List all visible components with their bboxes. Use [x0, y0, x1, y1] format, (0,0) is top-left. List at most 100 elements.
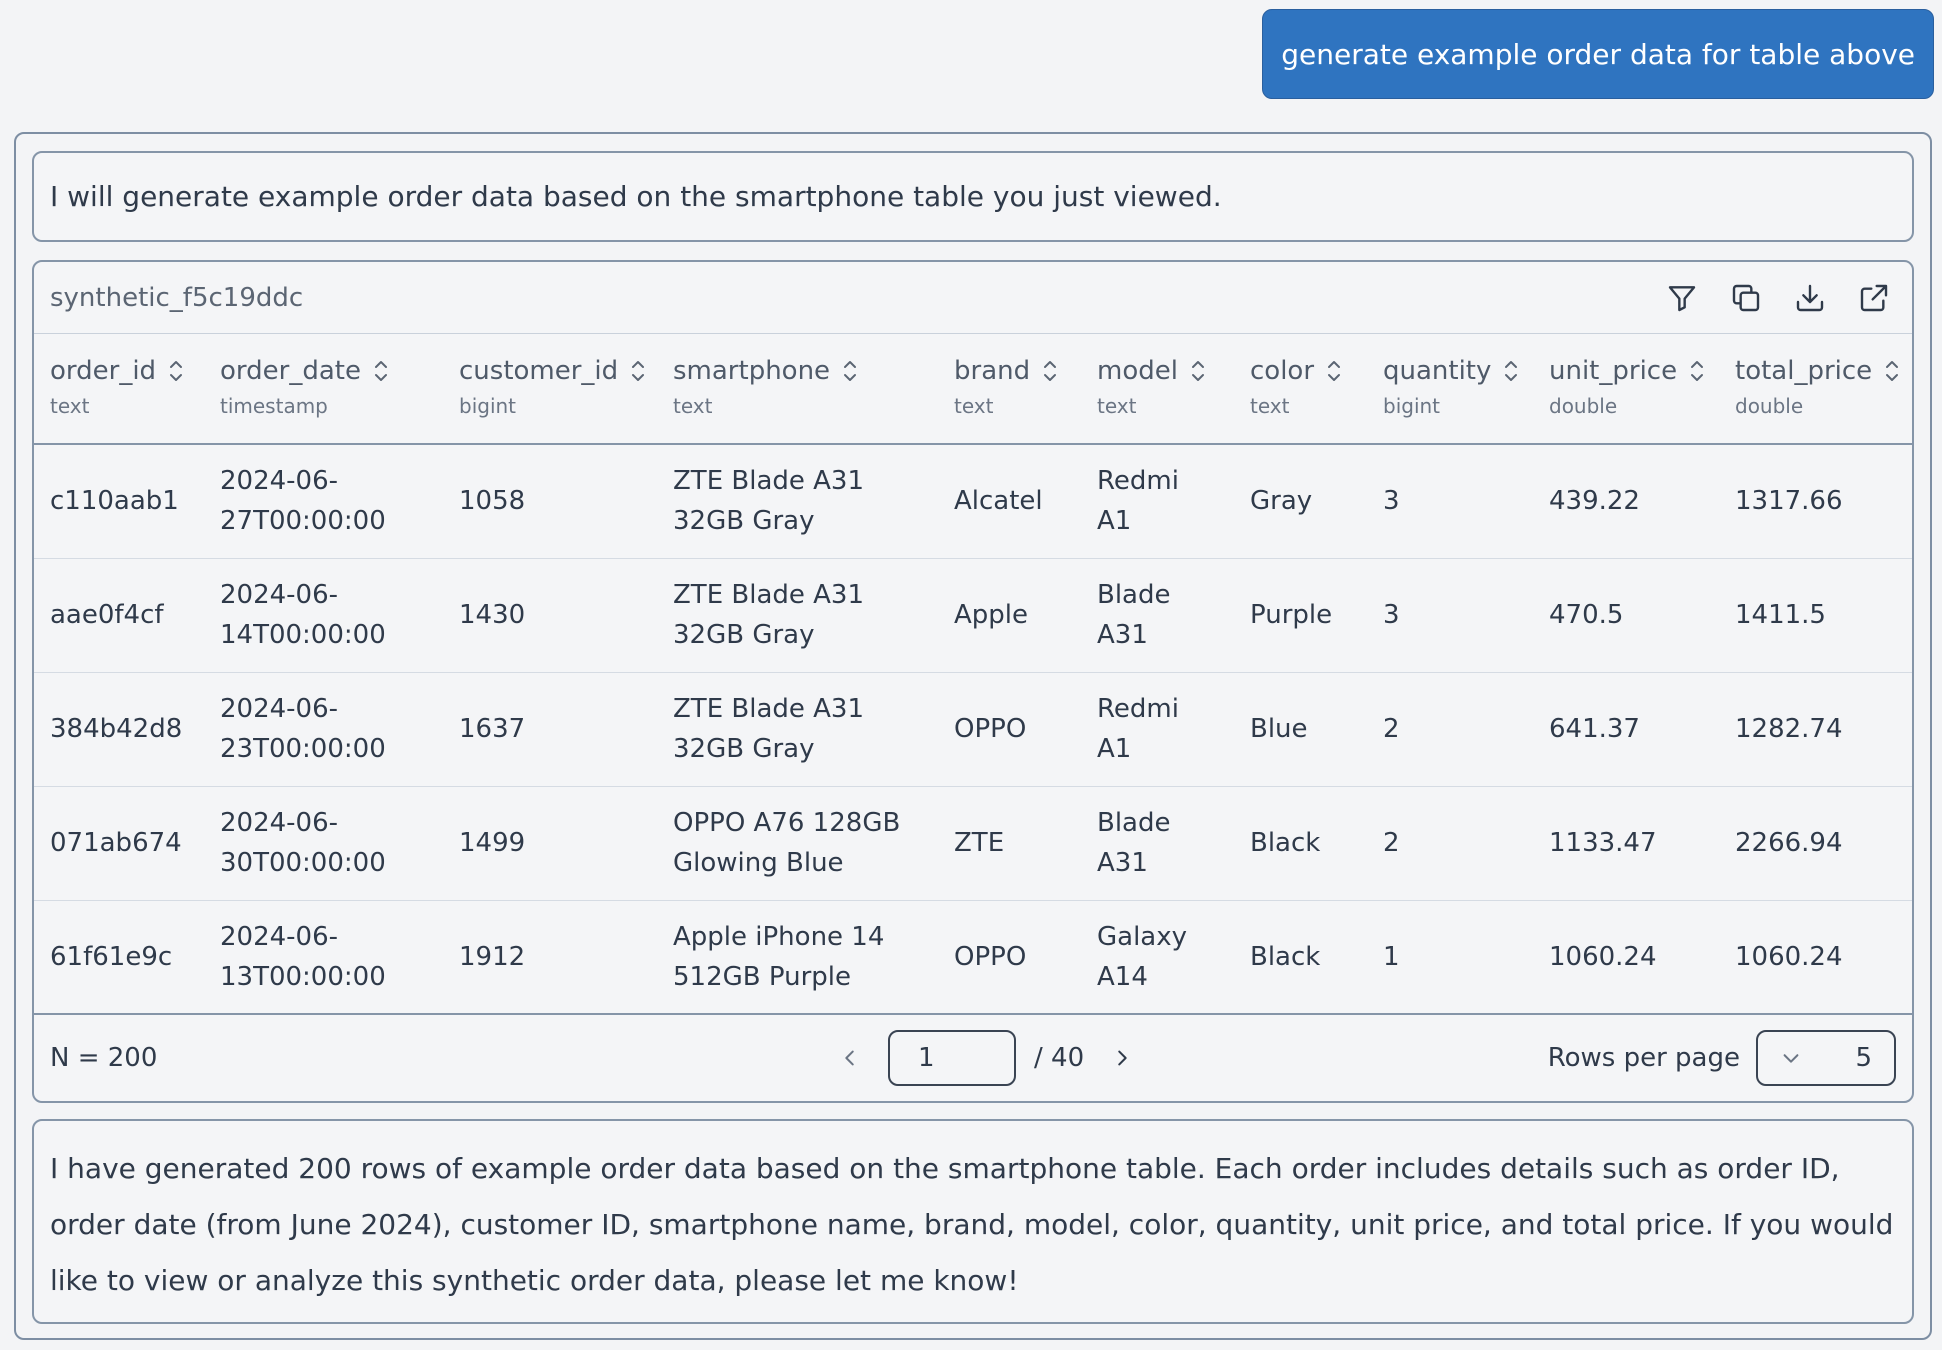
column-name: brand	[954, 356, 1081, 386]
sort-icon[interactable]	[628, 357, 648, 385]
assistant-intro-message: I will generate example order data based…	[32, 151, 1914, 242]
table-cell-color: Purple	[1234, 558, 1367, 673]
row-count: N = 200	[50, 1043, 158, 1073]
table-cell-color: Black	[1234, 786, 1367, 901]
column-type: text	[954, 394, 994, 418]
sort-icon[interactable]	[1040, 357, 1060, 385]
table-cell-smartphone: Apple iPhone 14 512GB Purple	[673, 922, 885, 993]
column-header-customer-id[interactable]: customer_id bigint	[443, 334, 657, 445]
table-cell-total-price: 1282.74	[1719, 672, 1912, 787]
table-cell-brand: OPPO	[938, 672, 1081, 787]
table-cell-customer-id: 1058	[443, 444, 657, 559]
rows-per-page-select[interactable]: 5	[1756, 1030, 1896, 1086]
sort-icon[interactable]	[1501, 357, 1521, 385]
column-header-model[interactable]: model text	[1081, 334, 1234, 445]
rows-per-page-label: Rows per page	[1547, 1043, 1740, 1073]
table-row: 61f61e9c 2024-06-13T00:00:00 1912 Apple iPh…	[34, 900, 1912, 1014]
column-header-brand[interactable]: brand text	[938, 334, 1081, 445]
sort-icon[interactable]	[1882, 357, 1902, 385]
column-header-order-date[interactable]: order_date timestamp	[204, 334, 443, 445]
table-cell-total-price: 1411.5	[1719, 558, 1912, 673]
user-message-bubble: generate example order data for table ab…	[1262, 9, 1934, 99]
table-cell-order-id: aae0f4cf	[34, 558, 204, 673]
table-cell-brand: Alcatel	[938, 444, 1081, 559]
column-header-order-id[interactable]: order_idtext	[34, 334, 204, 445]
sort-icon[interactable]	[166, 357, 186, 385]
table-row: aae0f4cf 2024-06-14T00:00:00 1430 ZTE Blade…	[34, 558, 1912, 673]
download-icon[interactable]	[1788, 276, 1832, 320]
table-cell-unit-price: 1060.24	[1549, 942, 1657, 973]
column-name: unit_price	[1549, 356, 1719, 386]
open-external-icon[interactable]	[1852, 276, 1896, 320]
table-cell-smartphone: ZTE Blade A31 32GB Gray	[657, 558, 938, 673]
column-header-unit-price[interactable]: unit_price double	[1533, 334, 1719, 445]
sort-icon[interactable]	[1188, 357, 1208, 385]
table-cell-quantity: 2	[1367, 672, 1533, 787]
column-type: text	[50, 394, 90, 418]
sort-icon[interactable]	[371, 357, 391, 385]
filter-icon[interactable]	[1660, 276, 1704, 320]
table-row: 071ab674 2024-06-30T00:00:00 1499 OPPO A76 …	[34, 786, 1912, 901]
prev-page-button[interactable]	[830, 1038, 870, 1078]
column-header-color[interactable]: color text	[1234, 334, 1367, 445]
table-cell-unit-price: 439.22	[1533, 444, 1719, 559]
table-cell-total-price: 2266.94	[1719, 786, 1912, 901]
column-type: text	[1097, 394, 1137, 418]
table-header-row: order_idtext order_date timestamp customer_…	[34, 334, 1912, 445]
column-name-label: total_price	[1735, 356, 1873, 386]
column-name: quantity	[1383, 356, 1533, 386]
table-cell-order-date: 2024-06-30T00:00:00	[204, 786, 443, 901]
column-name: order_date	[220, 356, 443, 386]
table-cell-model: Blade A31	[1081, 558, 1234, 673]
assistant-response-panel: I will generate example order data based…	[14, 132, 1932, 1340]
column-type: bigint	[1383, 394, 1441, 418]
sort-icon[interactable]	[1687, 357, 1707, 385]
table-cell-model: Galaxy A14	[1097, 922, 1188, 993]
table-cell-model: Blade A31	[1081, 786, 1234, 901]
table-cell-smartphone: ZTE Blade A31 32GB Gray	[657, 444, 938, 559]
column-type: text	[1250, 394, 1290, 418]
table-cell-brand: ZTE	[938, 786, 1081, 901]
total-pages: / 40	[1034, 1043, 1085, 1073]
table-cell-color: Gray	[1234, 444, 1367, 559]
table-cell-total-price: 1060.24	[1735, 942, 1843, 973]
table-cell-model: Redmi A1	[1081, 672, 1234, 787]
column-name-label: unit_price	[1549, 356, 1678, 386]
table-cell-quantity: 3	[1367, 444, 1533, 559]
table-cell-unit-price: 470.5	[1533, 558, 1719, 673]
sort-icon[interactable]	[840, 357, 860, 385]
table-cell-customer-id: 1430	[443, 558, 657, 673]
page-number-input[interactable]	[888, 1030, 1016, 1086]
data-table-card: synthetic_f5c19ddc order_id text order_d…	[32, 260, 1914, 1103]
column-name-label: smartphone	[673, 356, 831, 386]
table-cell-model: Redmi A1	[1081, 444, 1234, 559]
table-toolbar	[1660, 276, 1896, 320]
chevron-down-icon	[1783, 1054, 1799, 1063]
table-body: c110aab1 2024-06-27T00:00:00 1058 ZTE Blade…	[34, 444, 1912, 1014]
data-table: order_idtext order_date timestamp customer_…	[34, 334, 1912, 1014]
column-name-label: order_id	[50, 356, 157, 386]
table-cell-color: Blue	[1234, 672, 1367, 787]
table-footer: N = 200 / 40 Rows per page 5	[34, 1013, 1912, 1101]
table-cell-customer-id: 1499	[443, 786, 657, 901]
table-cell-color: Black	[1250, 942, 1321, 973]
table-cell-order-id: 071ab674	[34, 786, 204, 901]
copy-icon[interactable]	[1724, 276, 1768, 320]
table-row: c110aab1 2024-06-27T00:00:00 1058 ZTE Blade…	[34, 444, 1912, 559]
column-header-total-price[interactable]: total_pricedouble	[1719, 334, 1912, 445]
sort-icon[interactable]	[1324, 357, 1344, 385]
table-cell-order-date: 2024-06-23T00:00:00	[204, 672, 443, 787]
table-cell-unit-price: 1133.47	[1533, 786, 1719, 901]
table-cell-unit-price: 641.37	[1533, 672, 1719, 787]
table-cell-customer-id: 1912	[459, 942, 526, 973]
column-name-label: brand	[954, 356, 1031, 386]
column-name: model	[1097, 356, 1234, 386]
next-page-button[interactable]	[1102, 1038, 1142, 1078]
column-type: double	[1735, 394, 1804, 418]
column-type: timestamp	[220, 394, 328, 418]
column-header-smartphone[interactable]: smartphone text	[657, 334, 938, 445]
column-name-label: model	[1097, 356, 1178, 386]
assistant-outro-message: I have generated 200 rows of example ord…	[32, 1119, 1914, 1324]
table-cell-order-id: 61f61e9c	[50, 942, 173, 973]
column-header-quantity[interactable]: quantity bigint	[1367, 334, 1533, 445]
